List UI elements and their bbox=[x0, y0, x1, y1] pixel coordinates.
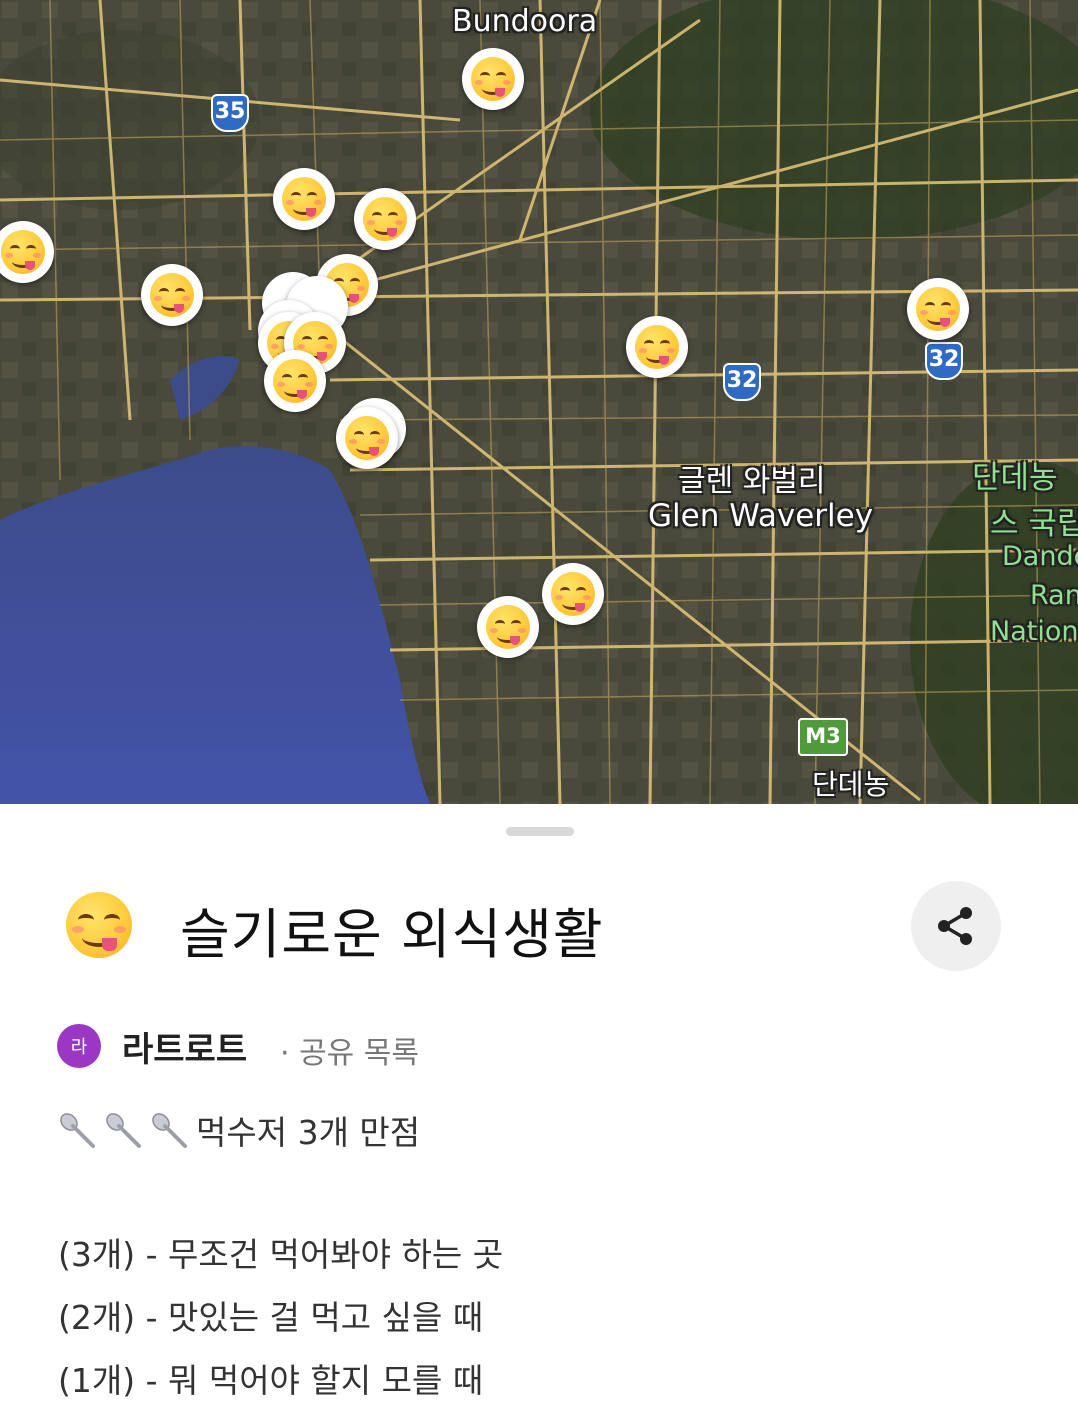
face-savoring-food-icon bbox=[273, 359, 317, 403]
rating-level-3: (3개) - 무조건 먹어봐야 하는 곳 bbox=[58, 1235, 504, 1274]
route-shield-32-b: 32 bbox=[925, 342, 963, 380]
rating-level-1: (1개) - 뭐 먹어야 할지 모를 때 bbox=[58, 1361, 484, 1400]
share-icon bbox=[938, 907, 972, 945]
map-marker[interactable] bbox=[542, 563, 604, 625]
rating-description: 먹수저 3개 만점 bbox=[58, 1106, 420, 1159]
spoon-icon bbox=[58, 1111, 98, 1159]
map-marker[interactable] bbox=[354, 188, 416, 250]
list-meta: · 공유 목록 bbox=[280, 1036, 420, 1071]
map-marker[interactable] bbox=[477, 596, 539, 658]
route-shield-m3: M3 bbox=[798, 718, 848, 756]
map-view[interactable]: Bundoora 글렌 와벌리 Glen Waverley 단데농 단데농 스 … bbox=[0, 0, 1078, 804]
map-marker[interactable] bbox=[141, 264, 203, 326]
face-savoring-food-icon bbox=[282, 177, 326, 221]
rating-level-2: (2개) - 맛있는 걸 먹고 싶을 때 bbox=[58, 1298, 484, 1337]
route-shield-32-a: 32 bbox=[723, 363, 761, 401]
place-label-dandenong-park-en-1: Dande bbox=[1002, 541, 1078, 572]
face-savoring-food-icon bbox=[66, 892, 132, 958]
bottom-sheet: 슬기로운 외식생활 라 라트로트 · 공유 목록 먹수저 3개 만점 (3개) … bbox=[0, 804, 1078, 1419]
place-label-dandenong-park-en-3: Nation bbox=[990, 616, 1078, 647]
author-name[interactable]: 라트로트 bbox=[122, 1022, 247, 1071]
face-savoring-food-icon bbox=[916, 287, 960, 331]
map-marker[interactable] bbox=[907, 278, 969, 340]
place-label-dandenong-park-en-2: Ran bbox=[1030, 580, 1078, 611]
place-label-dandenong: 단데농 bbox=[812, 768, 890, 801]
spoon-icon bbox=[104, 1111, 144, 1159]
share-button[interactable] bbox=[911, 881, 1001, 971]
face-savoring-food-icon bbox=[486, 605, 530, 649]
map-marker[interactable] bbox=[336, 407, 398, 469]
face-savoring-food-icon bbox=[471, 57, 515, 101]
map-marker[interactable] bbox=[462, 48, 524, 110]
place-label-glen-waverley-ko: 글렌 와벌리 bbox=[678, 464, 826, 499]
place-label-dandenong-park-ko-1: 단데농 bbox=[972, 460, 1058, 496]
list-title: 슬기로운 외식생활 bbox=[180, 903, 604, 966]
place-label-glen-waverley-en: Glen Waverley bbox=[648, 498, 874, 534]
map-marker[interactable] bbox=[626, 316, 688, 378]
rating-line-text: 먹수저 3개 만점 bbox=[196, 1113, 421, 1152]
map-marker[interactable] bbox=[264, 350, 326, 412]
map-marker[interactable] bbox=[273, 168, 335, 230]
spoon-icon bbox=[150, 1111, 190, 1159]
face-savoring-food-icon bbox=[635, 325, 679, 369]
face-savoring-food-icon bbox=[150, 273, 194, 317]
sheet-drag-handle[interactable] bbox=[506, 827, 574, 836]
satellite-map-base bbox=[0, 0, 1078, 804]
route-shield-35: 35 bbox=[211, 94, 249, 132]
face-savoring-food-icon bbox=[1, 230, 45, 274]
face-savoring-food-icon bbox=[551, 572, 595, 616]
author-avatar[interactable]: 라 bbox=[57, 1024, 101, 1068]
place-label-bundoora: Bundoora bbox=[452, 4, 598, 39]
face-savoring-food-icon bbox=[345, 416, 389, 460]
face-savoring-food-icon bbox=[363, 197, 407, 241]
place-label-dandenong-park-ko-2: 스 국립 bbox=[990, 506, 1078, 542]
